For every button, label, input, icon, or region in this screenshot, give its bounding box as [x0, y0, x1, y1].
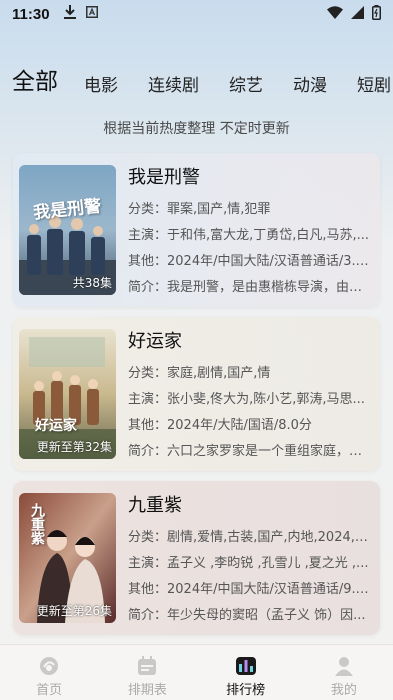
show-title: 好运家 [128, 331, 182, 352]
episode-badge: 共38集 [72, 276, 112, 290]
show-other: 其他：2024年/中国大陆/汉语普通话/3.0... [128, 254, 374, 269]
list-item[interactable]: 我是刑警 共38集 我是刑警 分类：罪案,国产,情,犯罪 主演：于和伟,富大龙,… [13, 153, 380, 307]
show-intro: 简介：六口之家罗家是一个重组家庭，日... [128, 444, 374, 459]
tab-all[interactable]: 全部 [12, 62, 58, 102]
download-icon [63, 5, 76, 23]
poster-title-art: 九重紫 [29, 503, 45, 545]
battery-icon [372, 4, 381, 24]
show-genre: 分类：剧情,爱情,古装,国产,内地,2024,古... [128, 530, 374, 545]
tab-variety[interactable]: 综艺 [229, 71, 263, 102]
status-bar: 11:30 [0, 0, 393, 28]
calendar-icon [136, 655, 158, 677]
signal-icon [351, 5, 364, 23]
notification-icon [85, 6, 98, 22]
episode-badge: 更新至第32集 [36, 440, 112, 454]
show-cast: 主演：于和伟,富大龙,丁勇岱,白凡,马苏,... [128, 228, 370, 243]
show-genre: 分类：罪案,国产,情,犯罪 [128, 202, 271, 217]
poster-title-art: 好运家 [35, 418, 77, 434]
show-intro: 简介：年少失母的窦昭（孟子义 饰）因... [128, 608, 366, 623]
tab-movie[interactable]: 电影 [84, 71, 118, 102]
poster-image[interactable]: 九重紫 更新至第26集 [19, 493, 116, 623]
ranking-icon [235, 655, 257, 677]
nav-ranking[interactable]: 排行榜 [197, 645, 295, 700]
show-other: 其他：2024年/中国大陆/汉语普通话/9.0... [128, 582, 374, 597]
episode-badge: 更新至第26集 [36, 604, 112, 618]
category-tabs: 全部 电影 连续剧 综艺 动漫 短剧 [0, 62, 393, 102]
poster-image[interactable]: 我是刑警 共38集 [19, 165, 116, 295]
tab-series[interactable]: 连续剧 [148, 71, 199, 102]
nav-profile[interactable]: 我的 [295, 645, 393, 700]
poster-image[interactable]: 好运家 更新至第32集 [19, 329, 116, 459]
nav-schedule[interactable]: 排期表 [98, 645, 196, 700]
tab-anime[interactable]: 动漫 [293, 71, 327, 102]
show-intro: 简介：我是刑警，是由惠楷栋导演，由于... [128, 280, 374, 295]
status-time: 11:30 [12, 5, 50, 23]
list-item[interactable]: 好运家 更新至第32集 好运家 分类：家庭,剧情,国产,情 主演：张小斐,佟大为… [13, 317, 380, 471]
bottom-nav: 首页 排期表 排行榜 我的 [0, 644, 393, 700]
show-genre: 分类：家庭,剧情,国产,情 [128, 366, 271, 381]
nav-label: 排期表 [127, 683, 167, 698]
nav-label: 首页 [36, 683, 63, 698]
wifi-icon [327, 5, 343, 23]
ranking-subtitle: 根据当前热度整理 不定时更新 [103, 121, 290, 137]
show-title: 九重紫 [128, 495, 182, 516]
list-item[interactable]: 九重紫 更新至第26集 九重紫 分类：剧情,爱情,古装,国产,内地,2024,古… [13, 481, 380, 635]
show-cast: 主演：孟子义 ,李昀锐 ,孔雪儿 ,夏之光 ,... [128, 556, 369, 571]
nav-label: 我的 [330, 683, 357, 698]
profile-icon [333, 655, 355, 677]
show-title: 我是刑警 [128, 167, 200, 188]
nav-label: 排行榜 [226, 683, 266, 698]
show-other: 其他：2024年/大陆/国语/8.0分 [128, 418, 312, 433]
home-icon [38, 655, 60, 677]
show-cast: 主演：张小斐,佟大为,陈小艺,郭涛,马思... [128, 392, 365, 407]
tab-short-drama[interactable]: 短剧 [357, 71, 391, 102]
nav-home[interactable]: 首页 [0, 645, 98, 700]
